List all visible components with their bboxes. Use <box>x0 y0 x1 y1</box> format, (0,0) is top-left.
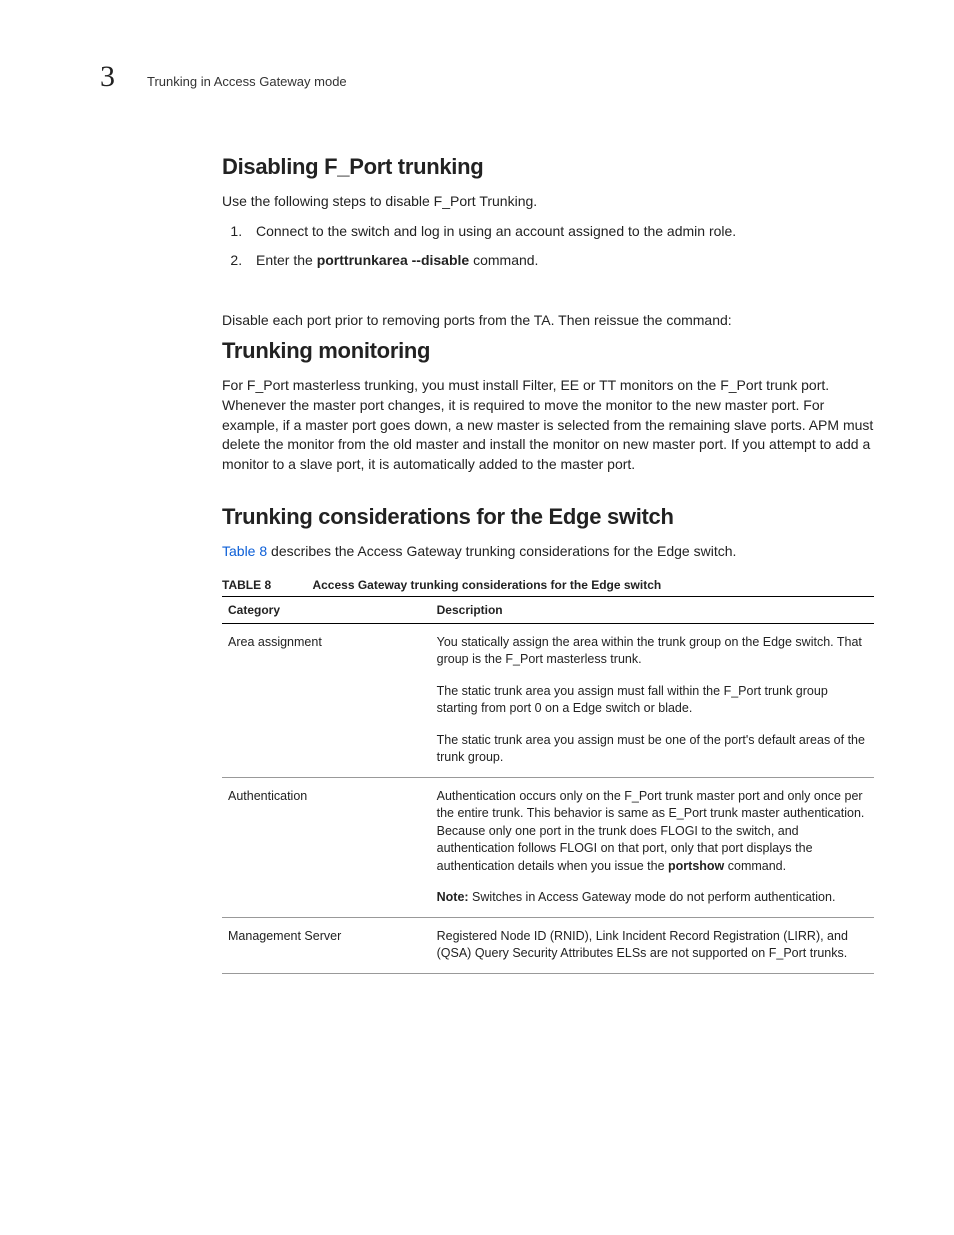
row1-note: Note: Switches in Access Gateway mode do… <box>437 889 868 907</box>
section3-title: Trunking considerations for the Edge swi… <box>222 504 874 530</box>
step-2-pre: Enter the <box>256 252 317 268</box>
row1-category: Authentication <box>222 777 431 917</box>
considerations-table: Category Description Area assignment You… <box>222 596 874 974</box>
section3-intro: Table 8 describes the Access Gateway tru… <box>222 542 874 562</box>
table-row: Area assignment You statically assign th… <box>222 623 874 777</box>
table-title: Access Gateway trunking considerations f… <box>312 578 661 592</box>
row1-note-body: Switches in Access Gateway mode do not p… <box>469 890 836 904</box>
breadcrumb: Trunking in Access Gateway mode <box>147 74 347 89</box>
row1-description: Authentication occurs only on the F_Port… <box>431 777 874 917</box>
step-1: Connect to the switch and log in using a… <box>246 222 874 242</box>
row0-p1: You statically assign the area within th… <box>437 635 862 667</box>
table-row: Authentication Authentication occurs onl… <box>222 777 874 917</box>
row1-note-label: Note: <box>437 890 469 904</box>
step-2-post: command. <box>469 252 538 268</box>
col-description: Description <box>431 596 874 623</box>
section3-intro-rest: describes the Access Gateway trunking co… <box>267 543 736 559</box>
row1-p1c: command. <box>724 859 786 873</box>
step-2-command: porttrunkarea --disable <box>317 252 469 268</box>
section2-body: For F_Port masterless trunking, you must… <box>222 376 874 474</box>
row2-description: Registered Node ID (RNID), Link Incident… <box>431 917 874 973</box>
table-row: Management Server Registered Node ID (RN… <box>222 917 874 973</box>
row1-cmd: portshow <box>668 859 724 873</box>
row2-category: Management Server <box>222 917 431 973</box>
table-label: TABLE 8 <box>222 578 271 592</box>
step-2: Enter the porttrunkarea --disable comman… <box>246 251 874 271</box>
main-content: Disabling F_Port trunking Use the follow… <box>222 154 874 974</box>
table-caption: TABLE 8 Access Gateway trunking consider… <box>222 578 874 592</box>
row0-p3: The static trunk area you assign must be… <box>437 732 868 767</box>
table-8-link[interactable]: Table 8 <box>222 543 267 559</box>
col-category: Category <box>222 596 431 623</box>
chapter-number: 3 <box>100 60 115 94</box>
page-header: 3 Trunking in Access Gateway mode <box>100 60 874 94</box>
row1-p1a: Authentication occurs only on the F_Port… <box>437 789 865 873</box>
section1-title: Disabling F_Port trunking <box>222 154 874 180</box>
section2-title: Trunking monitoring <box>222 338 874 364</box>
section1-intro: Use the following steps to disable F_Por… <box>222 192 874 212</box>
steps-list: Connect to the switch and log in using a… <box>222 222 874 271</box>
section1-after: Disable each port prior to removing port… <box>222 311 874 331</box>
row0-category: Area assignment <box>222 623 431 777</box>
row0-description: You statically assign the area within th… <box>431 623 874 777</box>
row0-p2: The static trunk area you assign must fa… <box>437 683 868 718</box>
